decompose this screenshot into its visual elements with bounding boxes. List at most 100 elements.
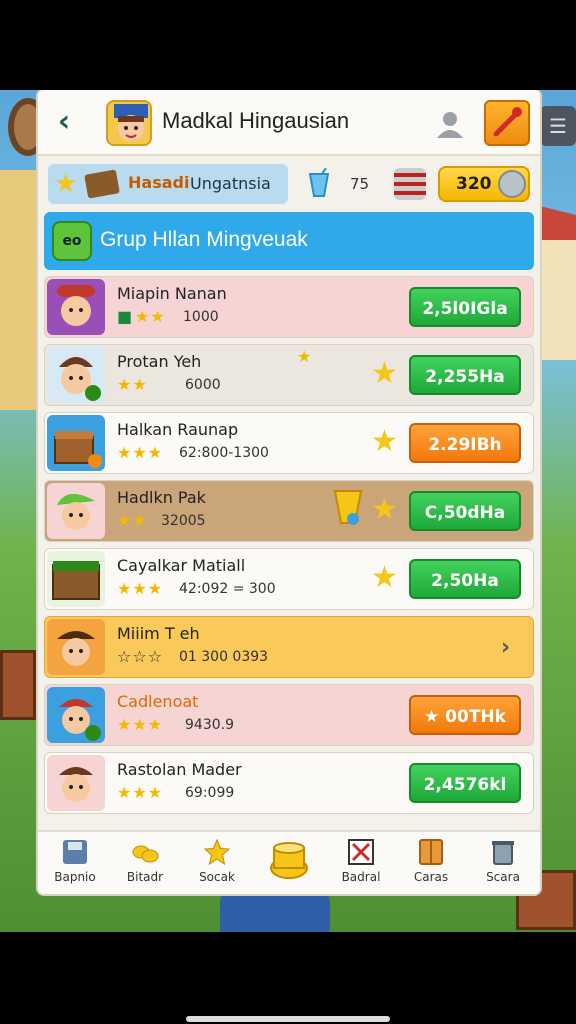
item-stars: ★★: [117, 375, 148, 394]
tab-socak[interactable]: Socak: [182, 838, 252, 892]
avatar-face-icon: [114, 104, 148, 141]
item-name: Rastolan Mader: [117, 760, 242, 779]
item-stat: 01 300 0393: [179, 649, 269, 665]
tab-bitadr[interactable]: Bitadr: [110, 838, 180, 892]
item-stat: 69:099: [185, 785, 235, 801]
item-stars: ★★★: [117, 579, 164, 598]
list-item[interactable]: Halkan Raunap ★★★ 62:800-1300 ★ 2.29IBh: [44, 412, 534, 474]
item-action-button[interactable]: 2,255Ha: [409, 355, 521, 395]
star-icon: [203, 838, 231, 866]
tab-badral[interactable]: Badral: [326, 838, 396, 892]
list-item[interactable]: Hadlkn Pak ★★ 32005 ★ C,50dHa: [44, 480, 534, 542]
item-action-button[interactable]: 2.29IBh: [409, 423, 521, 463]
resource-name-box: ★ Hasadi Ungatnsia: [48, 164, 288, 204]
tab-label: Socak: [199, 870, 235, 884]
chevron-right-icon[interactable]: ›: [501, 635, 510, 660]
item-action-button[interactable]: 2,5l0IGla: [409, 287, 521, 327]
green-square-icon: ■: [117, 307, 134, 326]
favorite-star-icon[interactable]: ★: [371, 495, 398, 525]
coin-counter[interactable]: 320: [438, 166, 530, 202]
back-icon[interactable]: ‹: [50, 104, 78, 140]
item-name: Hadlkn Pak: [117, 488, 206, 507]
pencil-icon: [493, 107, 522, 137]
item-name: Halkan Raunap: [117, 420, 239, 439]
item-stat: 32005: [161, 513, 206, 529]
tab-label: Bapnio: [54, 870, 96, 884]
item-stars: ☆☆☆: [117, 647, 164, 666]
user-icon[interactable]: [434, 108, 466, 140]
favorite-star-icon[interactable]: ★: [371, 427, 398, 457]
tab-label: Caras: [413, 870, 449, 884]
main-panel: ‹ Madkal Hingausian ★ Hasadi Ungatnsia 7…: [38, 90, 540, 894]
item-action-button[interactable]: 2,50Ha: [409, 559, 521, 599]
list-item[interactable]: Protan Yeh ★★ 6000 ★ ★ 2,255Ha: [44, 344, 534, 406]
top-bar: ‹ Madkal Hingausian: [38, 90, 540, 156]
list-item[interactable]: Rastolan Mader ★★★ 69:099 2,4576kl: [44, 752, 534, 814]
coin-count: 320: [456, 174, 492, 194]
item-name: Cayalkar Matiall: [117, 556, 246, 575]
character-avatar: [47, 687, 105, 743]
tab-caras[interactable]: Caras: [396, 838, 466, 892]
character-avatar: [47, 483, 105, 539]
character-face-icon: [59, 767, 93, 802]
item-stars: ★★: [135, 307, 166, 326]
item-stat: 42:092 = 300: [179, 581, 276, 597]
item-stars: ★★★: [117, 783, 164, 802]
character-avatar: [47, 755, 105, 811]
item-stat: 6000: [185, 377, 221, 393]
bottom-tab-bar: Bapnio Bitadr Socak Badral Caras Scara: [38, 830, 540, 894]
barrel-decoration: [220, 890, 330, 932]
item-action-button[interactable]: C,50dHa: [409, 491, 521, 531]
cabinet-icon: [419, 839, 443, 865]
item-name: Cadlenoat: [117, 692, 199, 711]
item-action-button[interactable]: 2,4576kl: [409, 763, 521, 803]
character-avatar: [47, 619, 105, 675]
item-stat: 1000: [183, 309, 219, 325]
character-face-icon: [57, 285, 95, 326]
resource-label-blue: Ungatnsia: [190, 174, 271, 193]
tab-label: Scara: [486, 870, 520, 884]
item-thumbnail: [47, 551, 105, 607]
golden-cup-icon: [333, 490, 363, 525]
list-item[interactable]: Miiim T eh ☆☆☆ 01 300 0393 ›: [44, 616, 534, 678]
tab-bapnio[interactable]: Bapnio: [40, 838, 110, 892]
character-face-icon: [59, 699, 101, 741]
item-stars: ★★: [117, 511, 148, 530]
player-avatar[interactable]: [106, 100, 152, 146]
character-face-icon: [57, 493, 95, 530]
coins-icon: [132, 845, 159, 863]
cup-icon: [308, 168, 330, 197]
favorite-star-icon[interactable]: ★: [371, 563, 398, 593]
character-face-icon: [57, 631, 95, 666]
home-indicator[interactable]: [186, 1016, 390, 1022]
gear-coin-icon: [498, 170, 526, 198]
favorite-star-icon[interactable]: ★: [371, 359, 398, 389]
chocolate-icon: [84, 169, 120, 199]
resource-label-orange: Hasadi: [128, 173, 190, 192]
tab-treasure[interactable]: [254, 838, 324, 892]
trash-icon: [492, 841, 514, 865]
item-stat: 9430.9: [185, 717, 234, 733]
group-badge-icon: eo: [52, 221, 92, 261]
game-screen: ☰ ‹ Madkal Hingausian ★ Hasadi Ungatnsia…: [0, 90, 576, 932]
character-avatar: [47, 279, 105, 335]
small-star-icon: ★: [297, 347, 313, 366]
item-stat: 62:800-1300: [179, 445, 269, 461]
resource-bar: ★ Hasadi Ungatnsia 75 320: [48, 164, 532, 204]
menu-icon[interactable]: ☰: [540, 106, 576, 146]
chest-icon: [54, 431, 102, 468]
crate-icon: [52, 561, 100, 600]
item-name: Miapin Nanan: [117, 284, 227, 303]
list-item[interactable]: Cayalkar Matiall ★★★ 42:092 = 300 ★ 2,50…: [44, 548, 534, 610]
list-item[interactable]: Miapin Nanan ■ ★★ 1000 2,5l0IGla: [44, 276, 534, 338]
edit-button[interactable]: [484, 100, 530, 146]
house-right-decoration: [536, 240, 576, 360]
tab-scara[interactable]: Scara: [468, 838, 538, 892]
list-item[interactable]: Cadlenoat ★★★ 9430.9 ★ 00THk: [44, 684, 534, 746]
close-box-icon: [348, 839, 374, 865]
cup-count: 75: [350, 175, 370, 193]
item-action-button[interactable]: ★ 00THk: [409, 695, 521, 735]
star-icon: ★: [54, 169, 78, 199]
character-avatar: [47, 347, 105, 403]
can-icon: [394, 168, 426, 200]
